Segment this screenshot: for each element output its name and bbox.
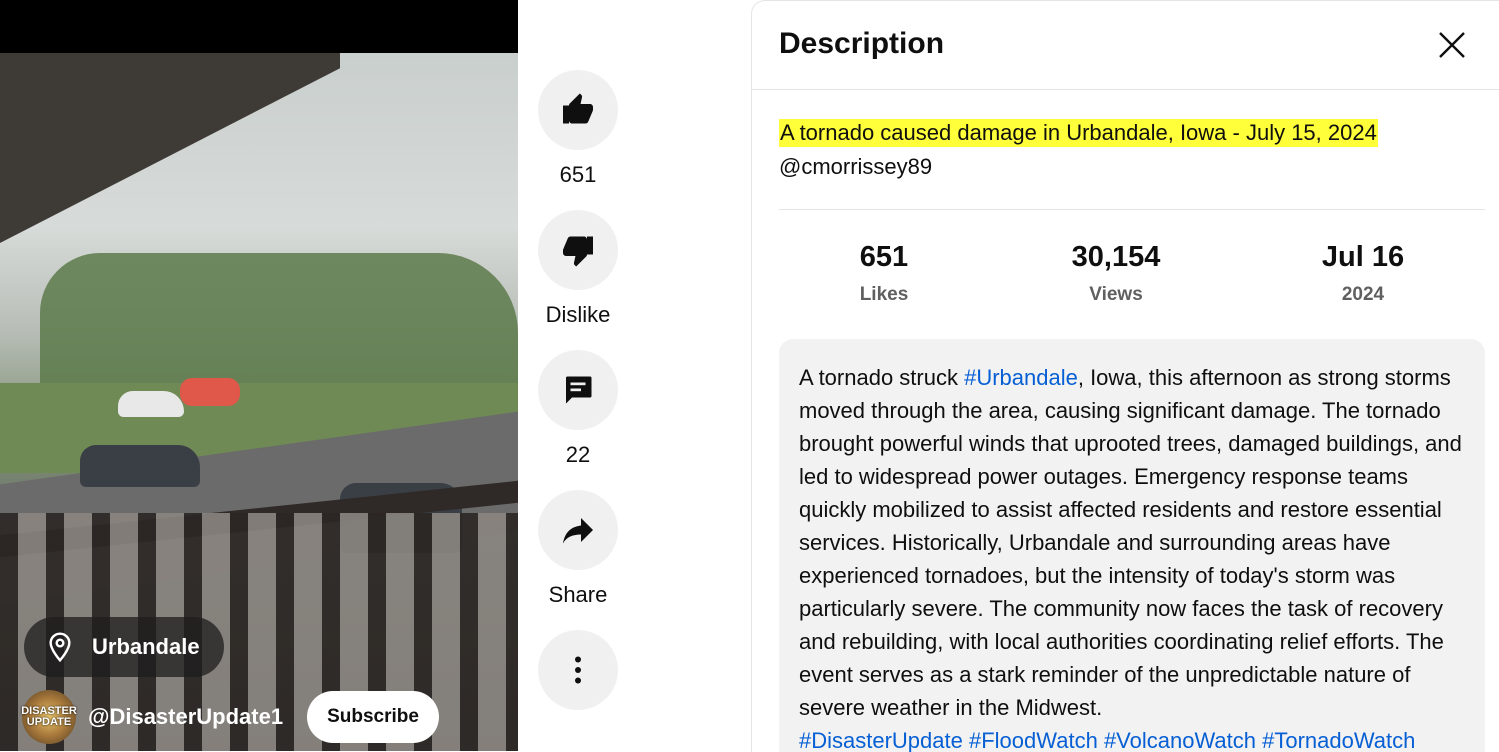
thumbs-up-icon (563, 93, 593, 124)
description-body: A tornado struck #Urbandale, Iowa, this … (779, 339, 1485, 752)
video-scene-white-truck (118, 391, 184, 417)
more-vertical-icon (575, 656, 581, 684)
close-icon (1439, 32, 1465, 58)
close-button[interactable] (1432, 25, 1472, 65)
video-scene-roof (0, 53, 340, 243)
comment-icon (566, 376, 592, 404)
like-count: 651 (559, 162, 597, 187)
panel-header: Description (752, 1, 1499, 90)
comments-action: 22 (538, 350, 618, 468)
video-player[interactable]: Urbandale DISASTER UPDATE @DisasterUpdat… (0, 0, 518, 751)
hashtag-link[interactable]: #Urbandale (964, 365, 1078, 390)
video-title: A tornado caused damage in Urbandale, Io… (779, 119, 1378, 147)
stat-date: Jul 16 2024 (1263, 239, 1463, 307)
hashtag-link[interactable]: #DisasterUpdate (799, 728, 963, 752)
subscribe-button[interactable]: Subscribe (307, 691, 439, 743)
description-panel: Description A tornado caused damage in U… (751, 0, 1499, 752)
location-pin-icon (49, 632, 71, 663)
divider (779, 209, 1485, 210)
comment-count: 22 (565, 442, 591, 467)
stats-row: 651 Likes 30,154 Views Jul 16 2024 (779, 239, 1485, 319)
stat-likes: 651 Likes (784, 239, 984, 307)
action-column: 651 Dislike 22 Share (538, 70, 618, 732)
hashtag-link[interactable]: #TornadoWatch (1262, 728, 1415, 752)
avatar[interactable]: DISASTER UPDATE (21, 690, 77, 744)
stat-date-year: 2024 (1341, 284, 1385, 305)
avatar-logo-text: DISASTER UPDATE (21, 705, 77, 728)
description-text: , Iowa, this afternoon as strong storms … (799, 365, 1462, 720)
comments-button[interactable] (538, 350, 618, 430)
location-label: Urbandale (92, 634, 200, 659)
video-scene-red-vehicle (180, 378, 240, 406)
uploader-handle[interactable]: @cmorrissey89 (779, 153, 932, 181)
hashtag-link[interactable]: #FloodWatch (969, 728, 1098, 752)
dislike-label: Dislike (545, 302, 611, 327)
video-scene-trees (40, 253, 518, 403)
stat-likes-label: Likes (859, 284, 909, 305)
stat-views-value: 30,154 (1071, 241, 1161, 273)
panel-title: Description (779, 27, 945, 60)
stat-likes-value: 651 (859, 241, 909, 273)
dislike-button[interactable] (538, 210, 618, 290)
video-scene-car (80, 445, 200, 487)
hashtag-link[interactable]: #VolcanoWatch (1104, 728, 1256, 752)
like-button[interactable] (538, 70, 618, 150)
description-text: A tornado struck (799, 365, 965, 390)
channel-name[interactable]: @DisasterUpdate1 (88, 704, 283, 730)
like-action: 651 (538, 70, 618, 188)
stat-date-value: Jul 16 (1321, 241, 1405, 273)
share-label: Share (548, 582, 608, 607)
share-button[interactable] (538, 490, 618, 570)
share-action: Share (538, 490, 618, 608)
location-chip[interactable]: Urbandale (24, 617, 224, 677)
stat-views-label: Views (1089, 284, 1143, 305)
channel-row: DISASTER UPDATE @DisasterUpdate1 Subscri… (21, 690, 439, 744)
more-action (538, 630, 618, 710)
more-options-button[interactable] (538, 630, 618, 710)
thumbs-down-icon (563, 236, 593, 267)
dislike-action: Dislike (538, 210, 618, 328)
stat-views: 30,154 Views (1016, 239, 1216, 307)
share-arrow-icon (563, 518, 593, 544)
